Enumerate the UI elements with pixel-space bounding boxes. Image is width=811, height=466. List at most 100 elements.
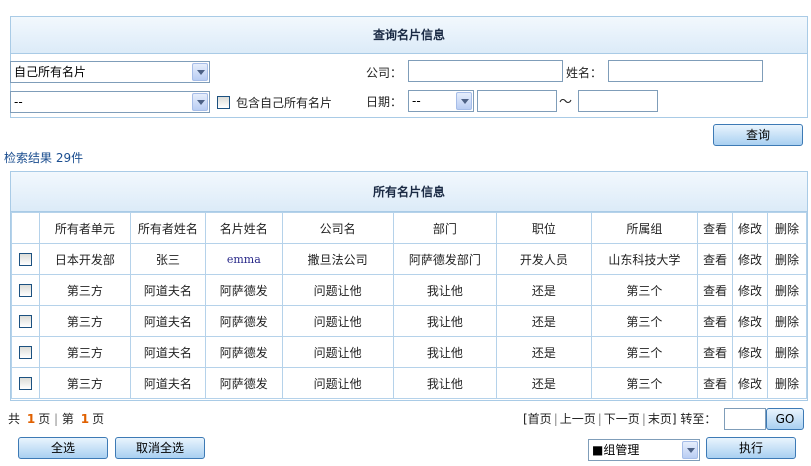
select-all-button[interactable]: 全选 [18, 437, 108, 459]
column-header: 所有者姓名 [129, 212, 206, 244]
group-manage-select-value: ■组管理 [592, 443, 640, 457]
edit-link[interactable]: 修改 [732, 367, 768, 399]
row-checkbox[interactable] [18, 346, 32, 359]
owner-name-cell: 阿道夫名 [129, 336, 206, 368]
group-select-value: -- [14, 95, 23, 109]
date-type-select-value: -- [412, 94, 421, 108]
row-select-cell [11, 336, 40, 368]
scope-select-value: 自己所有名片 [14, 65, 87, 79]
next-page-link[interactable]: 下一页 [604, 412, 640, 426]
current-prefix: 第 [61, 412, 74, 426]
row-checkbox[interactable] [18, 284, 32, 297]
deselect-all-button[interactable]: 取消全选 [115, 437, 205, 459]
position-cell: 开发人员 [496, 243, 592, 275]
group-manage-select[interactable]: ■组管理 [588, 439, 700, 461]
delete-link[interactable]: 删除 [766, 243, 808, 275]
row-select-cell [11, 367, 40, 399]
delete-link[interactable]: 删除 [766, 305, 808, 337]
table-row: 第三方 阿道夫名 阿萨德发 问题让他 我让他 还是 第三个 查看 修改 删除 [11, 305, 808, 337]
card-name-cell: emma [204, 243, 283, 275]
company-cell: 问题让他 [281, 305, 394, 337]
table-row: 日本开发部 张三 emma 撒旦法公司 阿萨德发部门 开发人员 山东科技大学 查… [11, 243, 808, 275]
view-link[interactable]: 查看 [697, 336, 734, 368]
date-type-select[interactable]: -- [408, 90, 474, 112]
column-header: 职位 [496, 212, 592, 244]
owner-name-cell: 阿道夫名 [129, 367, 206, 399]
table-row: 第三方 阿道夫名 阿萨德发 问题让他 我让他 还是 第三个 查看 修改 删除 [11, 336, 808, 368]
group-cell: 第三个 [590, 274, 699, 306]
row-select-cell [11, 243, 40, 275]
group-cell: 山东科技大学 [590, 243, 699, 275]
delete-link[interactable]: 删除 [766, 336, 808, 368]
total-prefix: 共 [8, 412, 21, 426]
position-cell: 还是 [496, 274, 592, 306]
pager-nav: [首页 | 上一页 | 下一页 | 末页] 转至： [523, 412, 717, 426]
view-link[interactable]: 查看 [697, 367, 734, 399]
prev-page-link[interactable]: 上一页 [560, 412, 596, 426]
card-name-cell: 阿萨德发 [204, 274, 283, 306]
include-own-checkbox[interactable] [217, 96, 230, 109]
column-header: 查看 [697, 212, 734, 244]
delete-link[interactable]: 删除 [766, 274, 808, 306]
date-from-input[interactable] [477, 90, 557, 112]
company-label: 公司： [366, 66, 403, 80]
owner-unit-cell: 第三方 [38, 367, 131, 399]
company-cell: 问题让他 [281, 367, 394, 399]
column-header: 公司名 [281, 212, 394, 244]
jump-page-input[interactable] [724, 408, 766, 430]
execute-button[interactable]: 执行 [706, 437, 796, 459]
column-header: 名片姓名 [204, 212, 283, 244]
company-cell: 问题让他 [281, 336, 394, 368]
edit-link[interactable]: 修改 [732, 336, 768, 368]
total-pages: 1 [26, 412, 36, 426]
date-label: 日期： [366, 95, 403, 109]
department-cell: 我让他 [392, 274, 498, 306]
row-checkbox[interactable] [18, 315, 32, 328]
table-row: 第三方 阿道夫名 阿萨德发 问题让他 我让他 还是 第三个 查看 修改 删除 [11, 367, 808, 399]
card-table: 所有者单元 所有者姓名 名片姓名 公司名 部门 职位 所属组 查看 修改 删除 … [11, 212, 808, 399]
table-row: 第三方 阿道夫名 阿萨德发 问题让他 我让他 还是 第三个 查看 修改 删除 [11, 274, 808, 306]
position-cell: 还是 [496, 336, 592, 368]
include-own-label: 包含自己所有名片 [236, 96, 333, 110]
delete-link[interactable]: 删除 [766, 367, 808, 399]
column-header: 删除 [766, 212, 808, 244]
edit-link[interactable]: 修改 [732, 305, 768, 337]
edit-link[interactable]: 修改 [732, 243, 768, 275]
card-list-title: 所有名片信息 [11, 172, 807, 212]
column-header: 所属组 [590, 212, 699, 244]
name-input[interactable] [608, 60, 763, 82]
scope-select[interactable]: 自己所有名片 [10, 61, 210, 83]
chevron-down-icon [192, 93, 208, 111]
result-count: 检索结果 29件 [4, 151, 84, 165]
position-cell: 还是 [496, 305, 592, 337]
group-cell: 第三个 [590, 336, 699, 368]
row-checkbox[interactable] [18, 377, 32, 390]
current-page: 1 [80, 412, 90, 426]
group-select[interactable]: -- [10, 91, 210, 113]
owner-unit-cell: 第三方 [38, 336, 131, 368]
card-name-cell: 阿萨德发 [204, 305, 283, 337]
page-summary: 共 1页 | 第 1页 [8, 412, 105, 426]
chevron-down-icon [192, 63, 208, 81]
group-cell: 第三个 [590, 305, 699, 337]
date-to-input[interactable] [578, 90, 658, 112]
card-name-cell: 阿萨德发 [204, 336, 283, 368]
last-page-link[interactable]: 末页] [648, 412, 677, 426]
card-name-cell: 阿萨德发 [204, 367, 283, 399]
company-cell: 问题让他 [281, 274, 394, 306]
name-label: 姓名： [566, 66, 603, 80]
company-input[interactable] [408, 60, 563, 82]
view-link[interactable]: 查看 [697, 274, 734, 306]
owner-name-cell: 阿道夫名 [129, 274, 206, 306]
go-button[interactable]: GO [766, 408, 804, 430]
owner-unit-cell: 日本开发部 [38, 243, 131, 275]
department-cell: 阿萨德发部门 [392, 243, 498, 275]
owner-name-cell: 张三 [129, 243, 206, 275]
total-suffix: 页 [38, 412, 51, 426]
query-button[interactable]: 查询 [713, 124, 803, 146]
view-link[interactable]: 查看 [697, 243, 734, 275]
row-checkbox[interactable] [18, 253, 32, 266]
first-page-link[interactable]: [首页 [523, 412, 552, 426]
edit-link[interactable]: 修改 [732, 274, 768, 306]
view-link[interactable]: 查看 [697, 305, 734, 337]
